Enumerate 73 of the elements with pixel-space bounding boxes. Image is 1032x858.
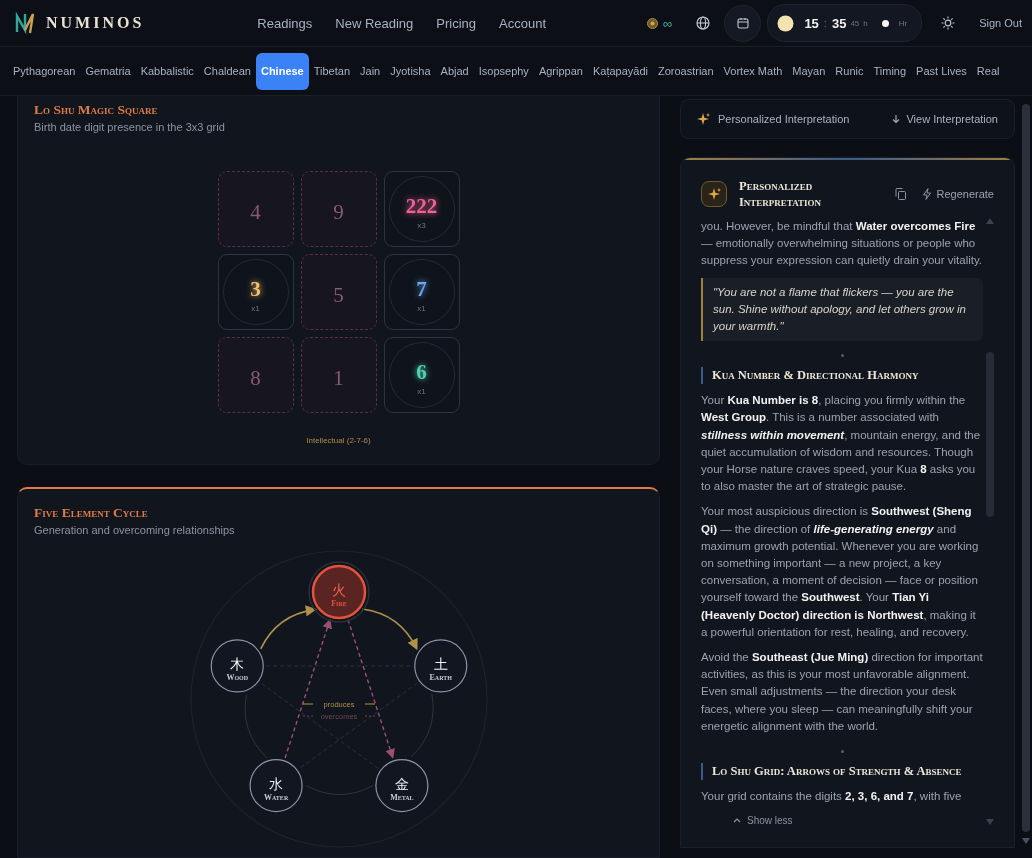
body-paragraph: Your Kua Number is 8, placing you firmly within the West Group. This is a number associated with stillness within movement, mountain energy, and the quiet accumulation of wisdom and resources. Though your Horse nature craves speed, your Kua 8 asks you to also master the art of strategic pause.: [701, 393, 982, 495]
cell-digit: 1: [333, 366, 344, 390]
element-glyph: 火: [332, 582, 346, 598]
cell-digit: 7: [416, 277, 427, 301]
nav-link[interactable]: Readings: [257, 15, 313, 31]
section-heading: Lo Shu Grid: Arrows of Strength & Absence: [701, 763, 983, 781]
cell-digit: 4: [250, 200, 261, 224]
method-tab[interactable]: Zoroastrian: [652, 52, 719, 90]
body-paragraph: Your grid contains the digits 2, 3, 6, and 7, with five: [701, 789, 963, 805]
method-tab[interactable]: Chinese: [255, 52, 309, 90]
regenerate-button[interactable]: Regenerate: [921, 188, 994, 200]
clock-hours: 15: [804, 15, 819, 31]
sign-out-button[interactable]: Sign Out: [979, 17, 1022, 29]
nav-link[interactable]: Pricing: [436, 15, 477, 31]
clock-unit: h: [863, 18, 868, 28]
method-tab[interactable]: Jain: [355, 52, 386, 90]
digit-count: x1: [417, 387, 426, 396]
body-paragraph: Avoid the Southeast (Jue Ming) direction for important activities, as this is your most unfavorable alignment. Even small adjustments — the direction your desk faces, where you sleep — can meaningfully shift your energetic alignment with the world.: [701, 650, 983, 734]
element-label: Earth: [429, 672, 452, 682]
clock-minutes: 35: [831, 15, 847, 31]
cell-digit: 3: [250, 277, 261, 301]
quote-block: "You are not a flame that flickers — you are the sun. Shine without apology, and let others grow in your warmth.": [701, 277, 983, 342]
element-glyph: 水: [269, 775, 284, 792]
element-glyph: 木: [230, 655, 245, 672]
show-less-toggle[interactable]: Show less: [701, 813, 793, 828]
cell-digit: 222: [405, 194, 438, 218]
method-tab[interactable]: Abjad: [435, 52, 474, 90]
element-label: Metal: [390, 792, 414, 802]
digit-count: x1: [251, 304, 260, 313]
method-tab[interactable]: Jyotisha: [385, 52, 436, 90]
cell-digit: 5: [333, 283, 344, 307]
cell-digit: 9: [333, 200, 344, 224]
method-tab[interactable]: Kaṭapayādi: [587, 52, 653, 90]
clock-separator: :: [823, 17, 827, 29]
method-tab[interactable]: Timing: [868, 52, 912, 90]
element-glyph: 土: [433, 655, 448, 672]
body-paragraph: Your most auspicious direction is Southwest (Sheng Qi) — the direction of life-generating energy and maximum growth potential. Whenever you are working on something important — a new project, a key conversation, a moment of decision — face or position yourself toward the Southwest. Your Tian Yi (Heavenly Doctor) direction is Northwest, making it a powerful orientation for rest, healing, and recovery.: [701, 504, 980, 640]
element-label: Water: [264, 792, 289, 802]
brand-name: NUMINOS: [46, 14, 145, 32]
clock-seconds: 45: [850, 18, 860, 28]
panel-title: Personalized Interpretation: [739, 178, 823, 210]
digit-count: x3: [417, 221, 426, 230]
nav-link[interactable]: Account: [499, 15, 547, 31]
bar-label: Personalized Interpretation: [718, 113, 850, 125]
element-glyph: 金: [394, 775, 409, 792]
method-tab[interactable]: Mayan: [787, 52, 831, 90]
card-subtitle: Generation and overcoming relationships: [34, 524, 236, 536]
clock-mode: Hr: [898, 18, 908, 28]
card-title: Lo Shu Magic Square: [34, 102, 159, 118]
method-tab[interactable]: Real: [971, 52, 1005, 90]
method-tab[interactable]: Past Lives: [911, 52, 972, 90]
element-label: Fire: [331, 599, 347, 608]
method-tab[interactable]: Chaldean: [198, 52, 256, 90]
view-interpretation-button[interactable]: View Interpretation: [892, 113, 998, 125]
method-tab[interactable]: Isopsephy: [473, 52, 534, 90]
method-tab[interactable]: Tibetan: [308, 52, 356, 90]
element-label: Wood: [226, 672, 249, 682]
method-tab[interactable]: Pythagorean: [8, 52, 81, 90]
arrow-label: Intellectual (2-7-6): [305, 436, 372, 445]
method-tab[interactable]: Runic: [830, 52, 869, 90]
section-heading: Kua Number & Directional Harmony: [701, 367, 983, 385]
method-tab[interactable]: Kabbalistic: [135, 52, 199, 90]
card-title: Five Element Cycle: [34, 505, 149, 521]
method-tab[interactable]: Agrippan: [533, 52, 588, 90]
credit-count: ∞: [663, 15, 673, 31]
digit-count: x1: [417, 304, 426, 313]
card-subtitle: Birth date digit presence in the 3x3 grid: [34, 121, 226, 133]
method-tab[interactable]: Vortex Math: [718, 52, 788, 90]
body-paragraph: you. However, be mindful that Water overcomes Fire — emotionally overwhelming situations or people who suppress your expression can quietly drain your vitality.: [701, 219, 983, 269]
nav-link[interactable]: New Reading: [335, 15, 414, 31]
method-tab[interactable]: Gematria: [80, 52, 136, 90]
cell-digit: 6: [416, 360, 427, 384]
cell-digit: 8: [250, 366, 261, 390]
